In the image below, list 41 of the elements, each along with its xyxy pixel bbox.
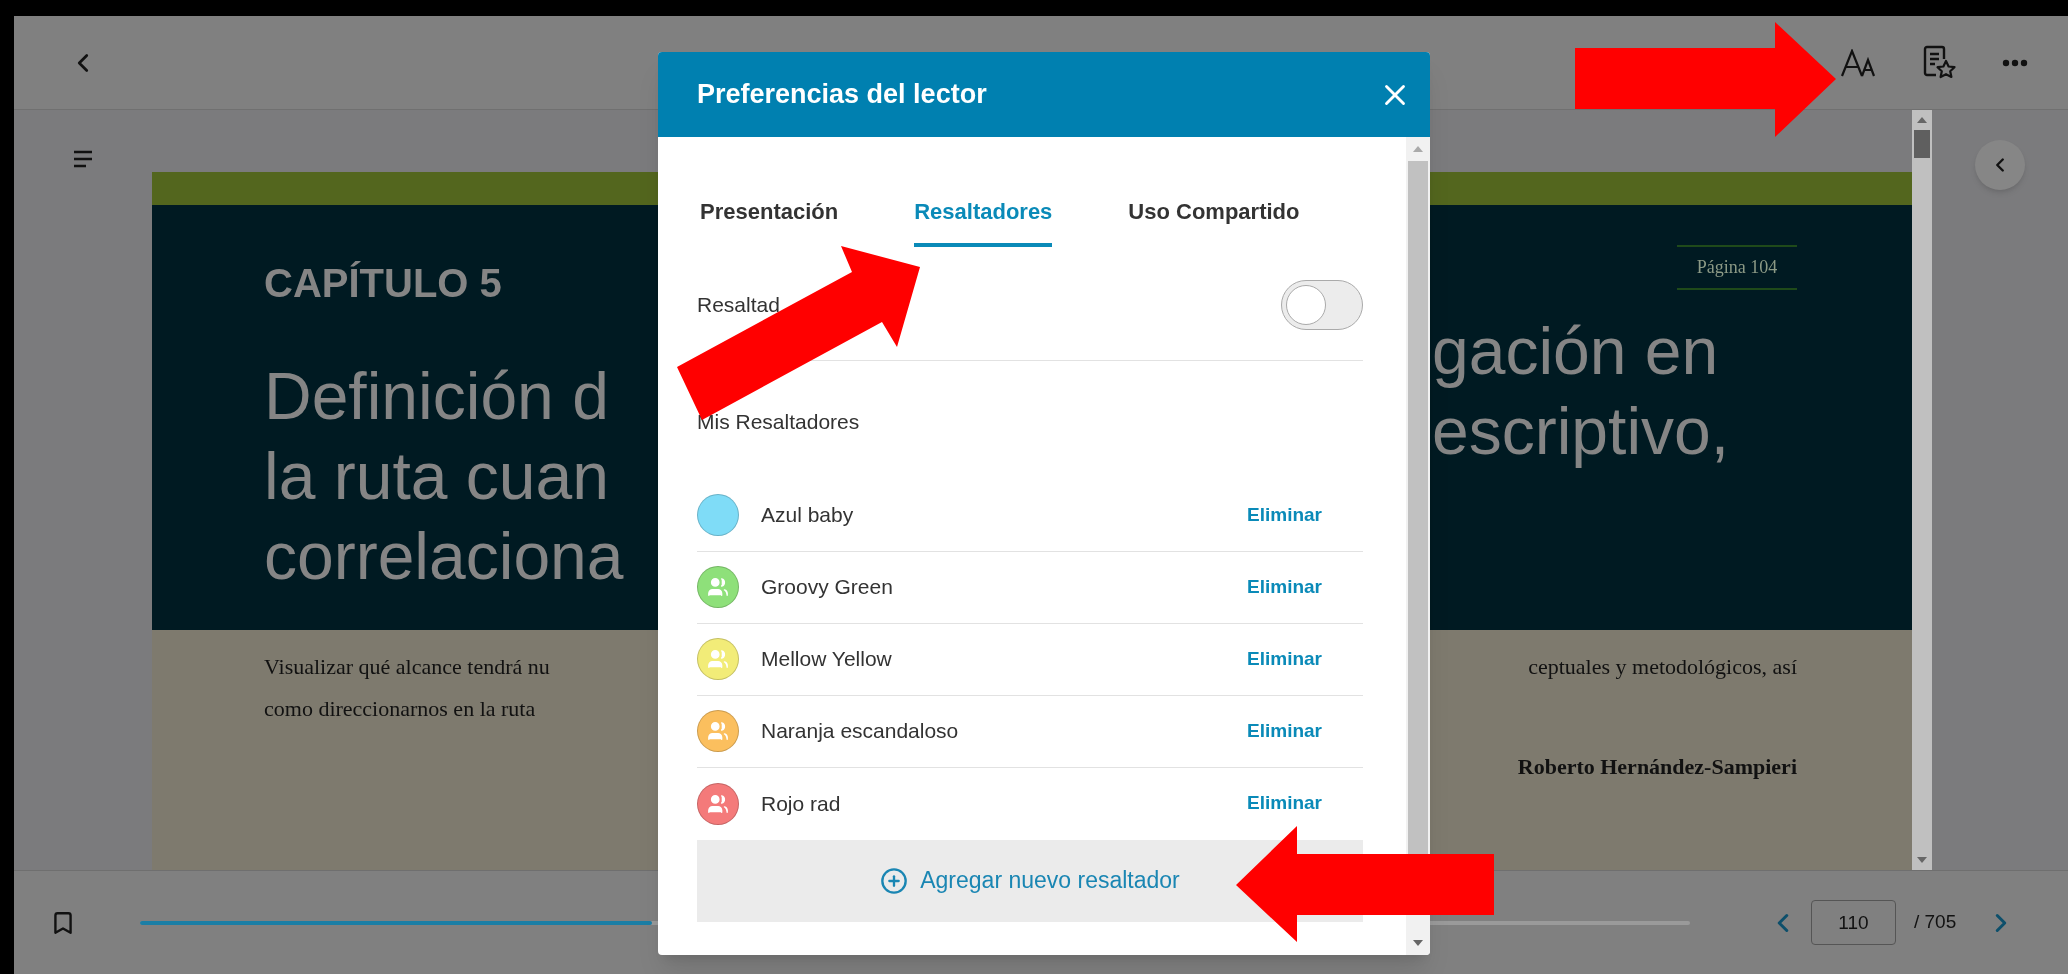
toggle-switch[interactable] [1281, 280, 1363, 330]
author-name: Roberto Hernández-Sampieri [1517, 753, 1797, 781]
tab[interactable]: Uso Compartido [1128, 180, 1300, 247]
remove-link[interactable]: Eliminar [1247, 644, 1322, 674]
chapter-label: CAPÍTULO 5 [264, 260, 503, 306]
people-icon [707, 576, 729, 598]
remove-link[interactable]: Eliminar [1247, 789, 1322, 818]
page-label: Página 104 [1677, 245, 1797, 290]
plus-circle-icon [880, 866, 909, 895]
chapter-title: correlaciona [264, 518, 625, 595]
menu-icon[interactable] [72, 150, 94, 168]
font-size-icon[interactable] [1840, 48, 1876, 77]
people-icon [707, 792, 729, 815]
highlighter-name: Azul baby [761, 502, 854, 529]
highlighter-name: Rojo rad [761, 790, 841, 817]
body-text: como direccionarnos en la ruta [264, 695, 537, 723]
dialog-scrollbar[interactable] [1406, 137, 1430, 955]
page-number-field[interactable]: 110 [1811, 900, 1896, 945]
remove-link[interactable]: Eliminar [1247, 500, 1322, 530]
section-title: Mis Resaltadores [697, 409, 861, 435]
highlighter-name: Naranja escandaloso [761, 718, 959, 745]
highlighter-name: Groovy Green [761, 574, 893, 601]
scrollbar[interactable] [1912, 110, 1932, 870]
highlighter-name: Mellow Yellow [761, 646, 892, 673]
note-star-icon[interactable] [1922, 44, 1956, 81]
body-text: ceptuales y metodológicos, así [1528, 653, 1797, 681]
remove-link[interactable]: Eliminar [1247, 572, 1322, 602]
people-icon [707, 720, 729, 742]
chapter-title: escriptivo, [1432, 393, 1731, 470]
chapter-title: gación en [1432, 313, 1720, 390]
more-icon[interactable] [2002, 58, 2028, 67]
tab[interactable]: Resaltadores [914, 180, 1053, 247]
tab[interactable]: Presentación [700, 180, 839, 247]
remove-link[interactable]: Eliminar [1247, 716, 1322, 746]
people-icon [707, 648, 729, 670]
page-total: / 705 [1914, 910, 1957, 935]
chapter-title: Definición d [264, 358, 610, 435]
body-text: Visualizar qué alcance tendrá nu [264, 653, 551, 681]
setting-label: Resaltad [697, 292, 780, 319]
dialog-title: Preferencias del lector [697, 78, 987, 112]
chapter-title: la ruta cuan [264, 438, 610, 515]
